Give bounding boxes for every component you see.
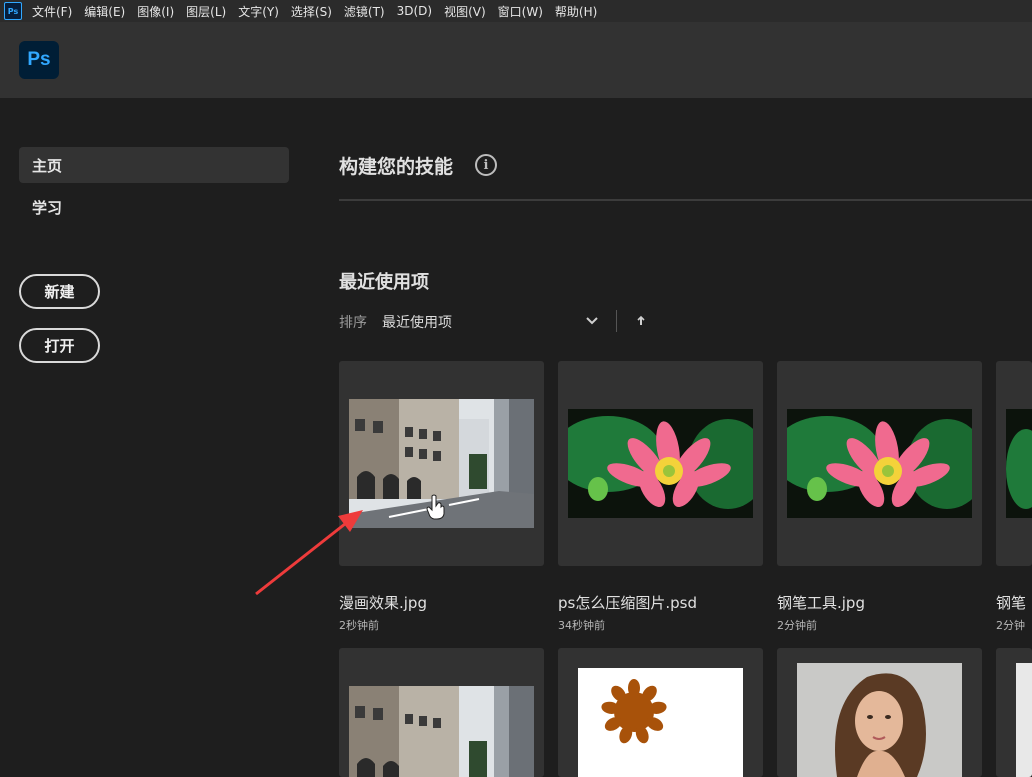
photoshop-app-icon[interactable]: Ps xyxy=(4,2,22,20)
lotus-thumbnail xyxy=(1006,409,1032,518)
menu-view[interactable]: 视图(V) xyxy=(444,3,486,20)
recent-file-card[interactable] xyxy=(777,361,982,566)
recent-file-card[interactable] xyxy=(339,648,544,777)
recent-title: 最近使用项 xyxy=(339,272,429,293)
recent-file-card[interactable] xyxy=(558,361,763,566)
menu-bar: Ps 文件(F) 编辑(E) 图像(I) 图层(L) 文字(Y) 选择(S) 滤… xyxy=(0,0,1032,22)
recent-file-card[interactable] xyxy=(558,648,763,777)
street-thumbnail xyxy=(349,686,534,777)
menu-file[interactable]: 文件(F) xyxy=(32,3,72,20)
menu-help[interactable]: 帮助(H) xyxy=(555,3,597,20)
file-time: 2秒钟前 xyxy=(339,619,379,632)
file-time: 2分钟前 xyxy=(777,619,817,632)
section-divider xyxy=(339,199,1032,201)
photoshop-logo: Ps xyxy=(19,41,59,79)
file-name[interactable]: 钢笔工具.jpg xyxy=(777,592,865,613)
open-button[interactable]: 打开 xyxy=(19,328,100,363)
hand-cursor-icon xyxy=(426,494,445,520)
arrow-up-icon[interactable] xyxy=(634,313,648,329)
menu-image[interactable]: 图像(I) xyxy=(137,3,174,20)
menu-window[interactable]: 窗口(W) xyxy=(498,3,543,20)
new-button[interactable]: 新建 xyxy=(19,274,100,309)
menu-filter[interactable]: 滤镜(T) xyxy=(344,3,385,20)
recent-file-card[interactable] xyxy=(996,361,1032,566)
recent-file-card[interactable] xyxy=(777,648,982,777)
sort-label: 排序 xyxy=(339,315,367,331)
info-icon[interactable]: i xyxy=(475,154,497,176)
recent-file-card[interactable] xyxy=(996,648,1032,777)
file-name[interactable]: 钢笔 xyxy=(996,592,1032,613)
chevron-down-icon[interactable] xyxy=(584,313,600,329)
file-time: 2分钟 xyxy=(996,619,1025,632)
sidebar-item-home[interactable]: 主页 xyxy=(19,147,289,183)
annotation-arrow xyxy=(255,510,363,596)
partial-thumbnail xyxy=(1016,663,1032,777)
left-sidebar: 主页 学习 新建 打开 xyxy=(0,98,310,777)
menu-layer[interactable]: 图层(L) xyxy=(186,3,226,20)
portrait-thumbnail xyxy=(797,663,962,777)
app-header: Ps xyxy=(0,22,1032,98)
menu-select[interactable]: 选择(S) xyxy=(291,3,332,20)
sidebar-item-learn[interactable]: 学习 xyxy=(19,189,289,225)
flower-shape-thumbnail xyxy=(578,668,743,777)
sort-dropdown[interactable]: 最近使用项 xyxy=(382,312,452,332)
file-name[interactable]: ps怎么压缩图片.psd xyxy=(558,592,697,613)
menu-edit[interactable]: 编辑(E) xyxy=(84,3,125,20)
menu-type[interactable]: 文字(Y) xyxy=(238,3,279,20)
lotus-thumbnail xyxy=(787,409,972,518)
skills-title: 构建您的技能 xyxy=(339,156,454,178)
lotus-thumbnail xyxy=(568,409,753,518)
menu-3d[interactable]: 3D(D) xyxy=(397,4,432,18)
file-time: 34秒钟前 xyxy=(558,619,605,632)
sort-divider xyxy=(616,310,617,332)
